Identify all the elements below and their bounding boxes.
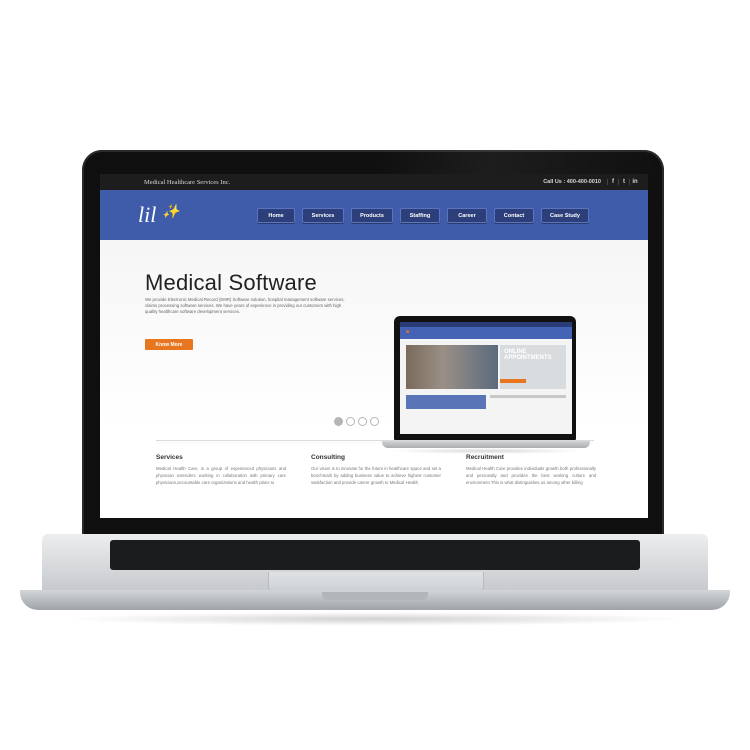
section-divider bbox=[156, 440, 594, 441]
twitter-icon[interactable]: t bbox=[618, 179, 629, 185]
nav-menu: Home Services Products Staffing Career C… bbox=[257, 208, 596, 223]
column-text: Our vision is to innovate for the future… bbox=[311, 466, 441, 485]
laptop-keyboard bbox=[110, 540, 640, 570]
slider-dot-1[interactable] bbox=[334, 417, 343, 426]
column-text: Medical Health Care provides individuals… bbox=[466, 466, 596, 485]
company-name: Medical Healthcare Services Inc. bbox=[144, 178, 231, 186]
hero-description: We provide Electronic Medical Record (EM… bbox=[145, 297, 345, 314]
column-title[interactable]: Consulting bbox=[311, 454, 441, 461]
mini-photo bbox=[406, 345, 498, 389]
hero-section: Medical Software We provide Electronic M… bbox=[100, 240, 648, 454]
slider-dots bbox=[334, 417, 382, 426]
nav-staffing[interactable]: Staffing bbox=[400, 208, 440, 223]
mini-logo: ■ bbox=[406, 329, 410, 335]
hero-laptop-screen: ■ ONLINE APPOINTMENTS bbox=[400, 322, 572, 434]
laptop-shadow bbox=[60, 612, 690, 626]
linkedin-icon[interactable]: in bbox=[629, 179, 640, 185]
site-navbar: lil ✨ Home Services Products Staffing Ca… bbox=[100, 190, 648, 240]
laptop-screen: Medical Healthcare Services Inc. Call Us… bbox=[100, 174, 648, 518]
laptop-trackpad bbox=[268, 572, 484, 591]
nav-home[interactable]: Home bbox=[257, 208, 295, 223]
column-consulting: Consulting Our vision is to innovate for… bbox=[311, 454, 441, 486]
call-us-text: Call Us : 400-400-0010 bbox=[543, 179, 601, 185]
logo-swoosh-icon: ✨ bbox=[162, 205, 180, 220]
nav-career[interactable]: Career bbox=[447, 208, 487, 223]
feature-columns: Services Medical Health Care, is a group… bbox=[156, 454, 596, 486]
column-text: Medical Health Care, is a group of exper… bbox=[156, 466, 286, 485]
site-logo[interactable]: lil ✨ bbox=[138, 196, 180, 234]
nav-services[interactable]: Services bbox=[302, 208, 344, 223]
site-topbar: Medical Healthcare Services Inc. Call Us… bbox=[100, 174, 648, 190]
slider-dot-4[interactable] bbox=[370, 417, 379, 426]
column-recruitment: Recruitment Medical Health Care provides… bbox=[466, 454, 596, 486]
column-services: Services Medical Health Care, is a group… bbox=[156, 454, 286, 486]
hero-title: Medical Software bbox=[145, 270, 317, 295]
laptop-notch bbox=[322, 592, 428, 600]
facebook-icon[interactable]: f bbox=[607, 179, 618, 185]
logo-text: lil bbox=[138, 202, 157, 227]
column-title[interactable]: Services bbox=[156, 454, 286, 461]
hero-laptop-base bbox=[382, 440, 590, 448]
slider-dot-2[interactable] bbox=[346, 417, 355, 426]
nav-case-study[interactable]: Case Study bbox=[541, 208, 589, 223]
know-more-button[interactable]: Know More bbox=[145, 339, 193, 350]
slider-dot-3[interactable] bbox=[358, 417, 367, 426]
nav-products[interactable]: Products bbox=[351, 208, 393, 223]
nav-contact[interactable]: Contact bbox=[494, 208, 534, 223]
column-title[interactable]: Recruitment bbox=[466, 454, 596, 461]
